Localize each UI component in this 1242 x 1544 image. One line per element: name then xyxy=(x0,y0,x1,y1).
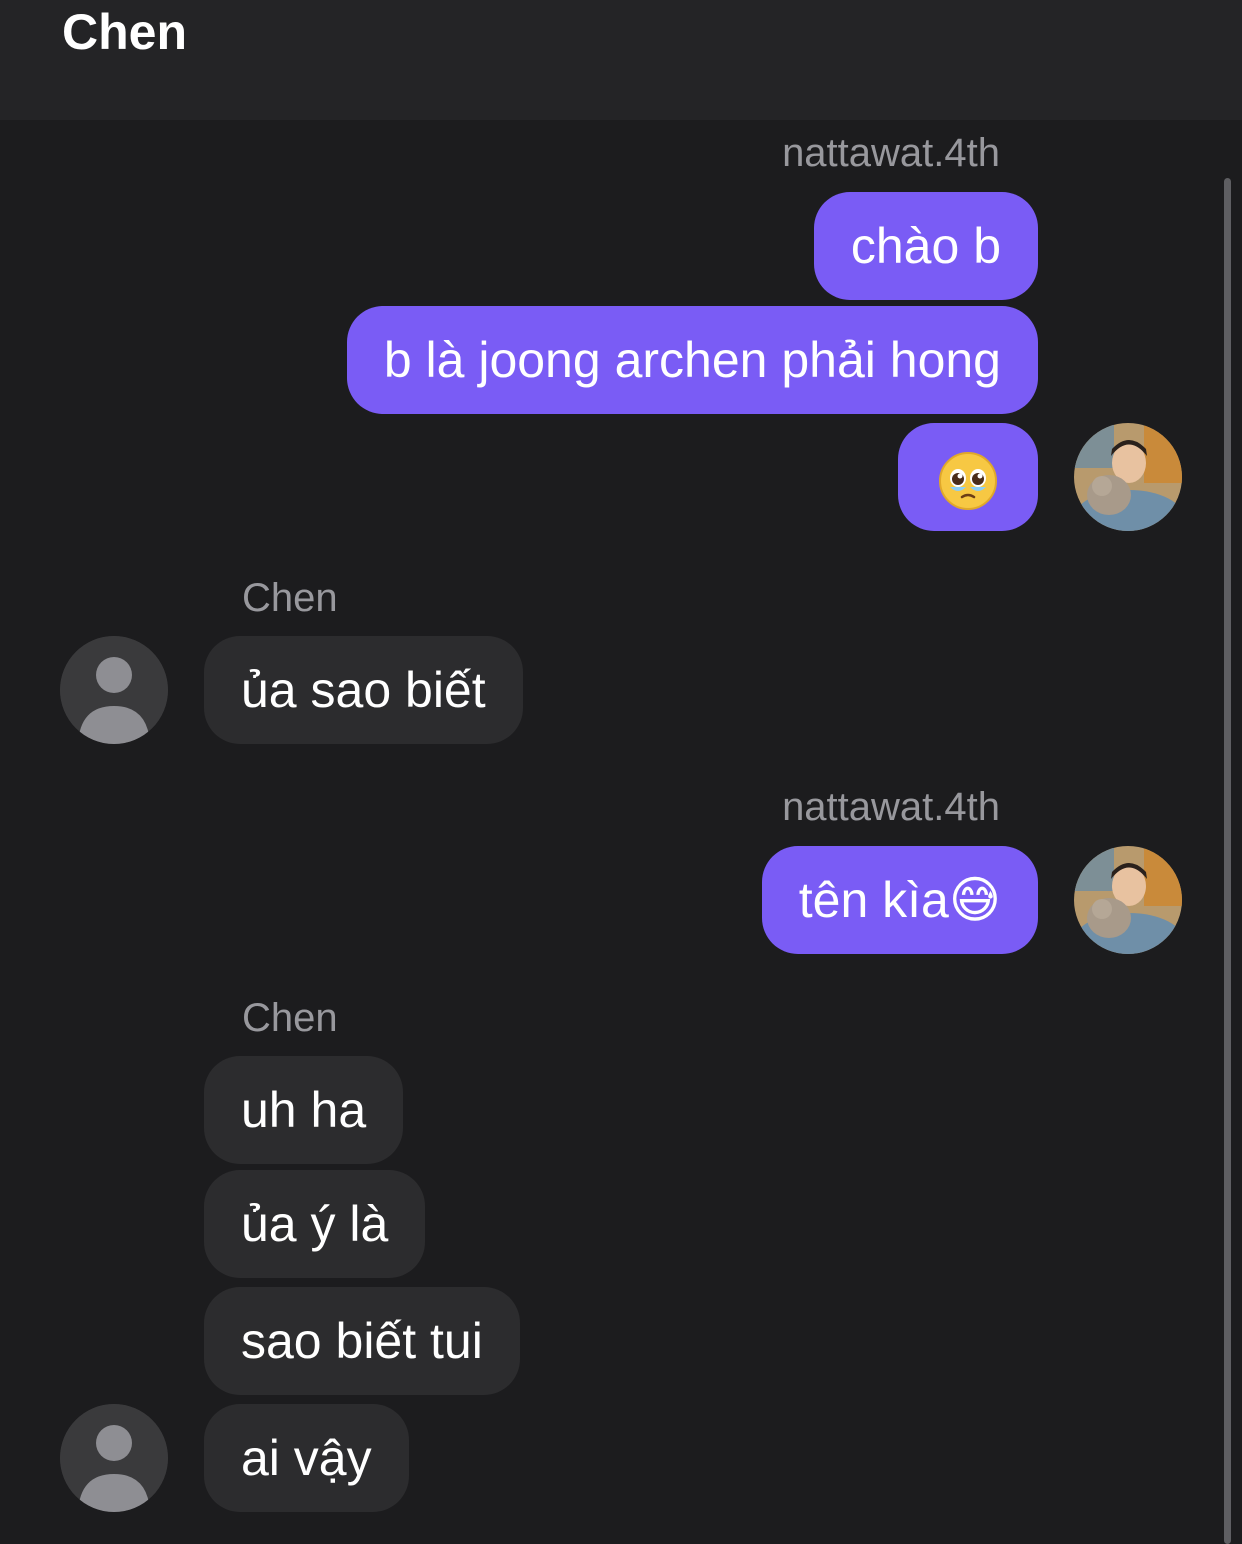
incoming-message[interactable]: sao biết tui xyxy=(204,1287,520,1395)
incoming-message[interactable]: ủa sao biết xyxy=(204,636,523,744)
peer-avatar[interactable] xyxy=(60,1404,168,1512)
incoming-message[interactable]: ủa ý là xyxy=(204,1170,426,1278)
self-avatar[interactable] xyxy=(1074,846,1182,954)
default-user-icon xyxy=(60,1404,168,1512)
message-text: tên kìa😅 xyxy=(798,872,1001,928)
scrollbar[interactable] xyxy=(1224,178,1231,1544)
incoming-message[interactable]: ai vậy xyxy=(204,1404,409,1512)
outgoing-message[interactable]: chào b xyxy=(813,192,1038,300)
sender-name: Chen xyxy=(242,576,338,620)
self-avatar[interactable] xyxy=(1074,423,1182,531)
chat-header: Chen xyxy=(0,0,1242,120)
sender-name: nattawat.4th xyxy=(782,131,1000,175)
incoming-message[interactable]: uh ha xyxy=(204,1056,404,1164)
sender-name: nattawat.4th xyxy=(782,785,1000,829)
outgoing-message[interactable] xyxy=(898,423,1038,531)
outgoing-message[interactable]: b là joong archen phải hong xyxy=(346,306,1038,414)
pleading-face-emoji-icon xyxy=(939,451,997,510)
outgoing-message[interactable]: tên kìa😅 xyxy=(761,846,1038,954)
default-user-icon xyxy=(60,636,168,744)
chat-title: Chen xyxy=(62,4,187,60)
peer-avatar[interactable] xyxy=(60,636,168,744)
sender-name: Chen xyxy=(242,996,338,1040)
